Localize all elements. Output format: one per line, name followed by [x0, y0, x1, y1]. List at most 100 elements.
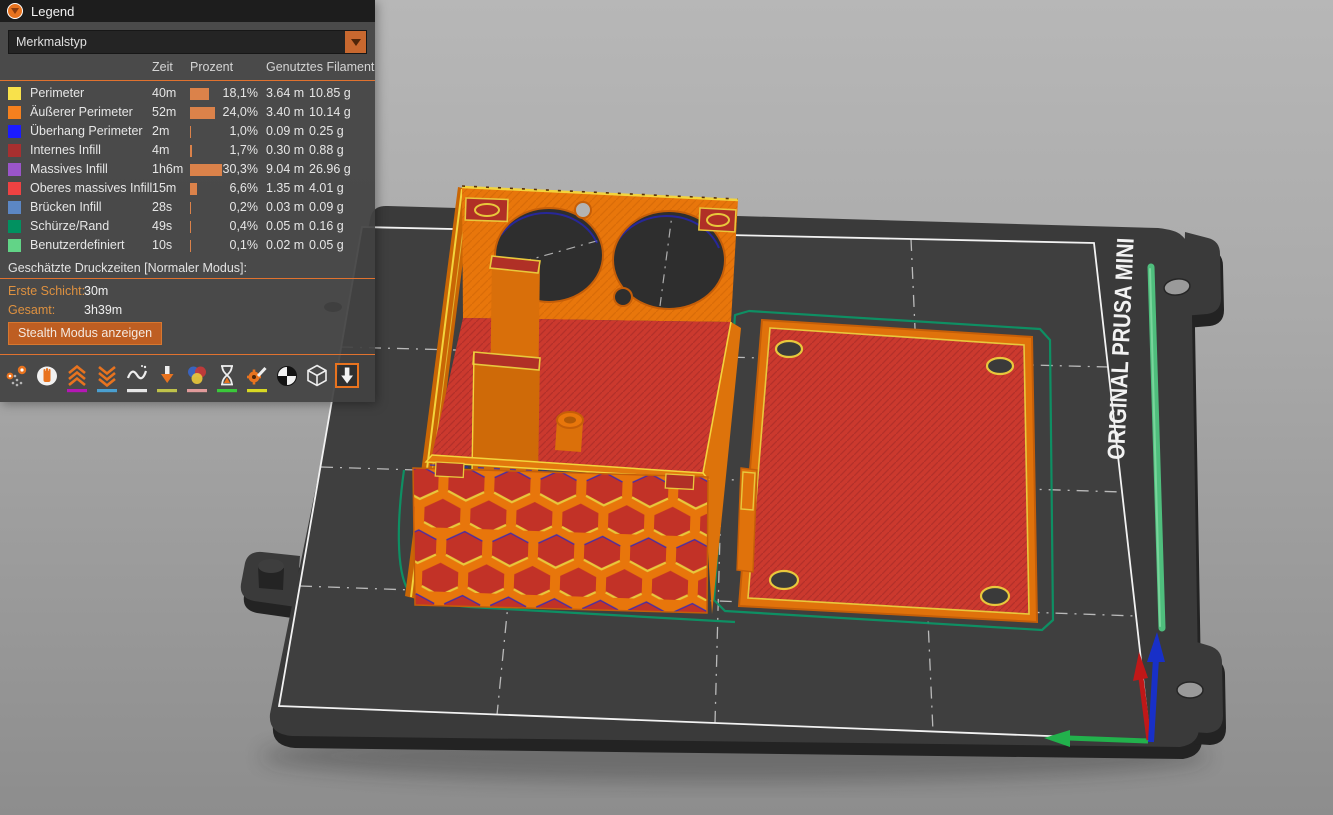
feature-color-swatch: [8, 125, 21, 138]
color-changes-icon[interactable]: [185, 363, 209, 393]
legend-row[interactable]: Massives Infill 1h6m 30,3% 9.04 m 26.96 g: [0, 160, 375, 179]
feature-label: Oberes massives Infill: [30, 181, 152, 195]
column-filament: Genutztes Filament: [266, 60, 374, 74]
tool-changes-icon[interactable]: [155, 363, 179, 393]
feature-length: 0.02 m: [266, 238, 304, 252]
feature-length: 0.30 m: [266, 143, 304, 157]
center-of-gravity-icon[interactable]: [275, 363, 299, 393]
feature-time: 52m: [152, 105, 176, 119]
feature-length: 3.40 m: [266, 105, 304, 119]
feature-color-swatch: [8, 144, 21, 157]
legend-table-rows: Perimeter 40m 18,1% 3.64 m 10.85 g Äußerer Pe…: [0, 84, 375, 255]
feature-weight: 10.14 g: [309, 105, 351, 119]
feature-percent: 1,7%: [196, 143, 258, 157]
feature-label: Äußerer Perimeter: [30, 105, 133, 119]
legend-toolbar: [0, 358, 375, 402]
seams-icon[interactable]: [125, 363, 149, 393]
feature-length: 9.04 m: [266, 162, 304, 176]
feature-percent: 30,3%: [196, 162, 258, 176]
percent-bar: [190, 126, 191, 138]
feature-percent: 0,2%: [196, 200, 258, 214]
feature-weight: 10.85 g: [309, 86, 351, 100]
view-type-value: Merkmalstyp: [9, 35, 87, 49]
bed-screw-hole-bottom-right: [1177, 682, 1203, 698]
percent-bar: [190, 240, 191, 252]
dropdown-arrow-icon[interactable]: [345, 31, 366, 53]
percent-bar: [190, 145, 192, 157]
legend-row[interactable]: Überhang Perimeter2m1,0%0.09 m0.25 g: [0, 122, 375, 141]
feature-time: 15m: [152, 181, 176, 195]
feature-percent: 24,0%: [196, 105, 258, 119]
stealth-mode-button[interactable]: Stealth Modus anzeigen: [8, 322, 162, 345]
feature-weight: 0.16 g: [309, 219, 344, 233]
feature-label: Massives Infill: [30, 162, 108, 176]
feature-length: 3.64 m: [266, 86, 304, 100]
feature-percent: 1,0%: [196, 124, 258, 138]
first-layer-row: Erste Schicht: 30m: [0, 282, 375, 301]
feature-weight: 0.25 g: [309, 124, 344, 138]
feature-length: 0.05 m: [266, 219, 304, 233]
feature-percent: 0,4%: [196, 219, 258, 233]
percent-bar: [190, 221, 191, 233]
wipe-icon[interactable]: [35, 363, 59, 393]
feature-time: 1h6m: [152, 162, 183, 176]
legend-row[interactable]: Oberes massives Infill15m 6,6% 1.35 m 4.01 …: [0, 179, 375, 198]
feature-weight: 4.01 g: [309, 181, 344, 195]
feature-label: Benutzerdefiniert: [30, 238, 125, 252]
travel-moves-icon[interactable]: [5, 363, 29, 393]
feature-label: Internes Infill: [30, 143, 101, 157]
collapse-arrow-icon[interactable]: [7, 3, 23, 19]
model-enclosure-box[interactable]: [405, 186, 741, 614]
first-layer-value: 30m: [84, 284, 108, 298]
legend-row[interactable]: Internes Infill 4m 1,7% 0.30 m 0.88 g: [0, 141, 375, 160]
feature-weight: 0.09 g: [309, 200, 344, 214]
feature-weight: 0.88 g: [309, 143, 344, 157]
retractions-icon[interactable]: [65, 363, 89, 393]
feature-time: 4m: [152, 143, 169, 157]
feature-percent: 0,1%: [196, 238, 258, 252]
feature-color-swatch: [8, 220, 21, 233]
feature-label: Überhang Perimeter: [30, 124, 143, 138]
feature-weight: 26.96 g: [309, 162, 351, 176]
feature-percent: 18,1%: [196, 86, 258, 100]
feature-weight: 0.05 g: [309, 238, 344, 252]
model-lid-plate[interactable]: [737, 320, 1037, 622]
feature-time: 49s: [152, 219, 172, 233]
feature-time: 40m: [152, 86, 176, 100]
bed-pin-left-tab: [258, 559, 284, 590]
separator: [0, 80, 375, 81]
legend-panel: Legend Merkmalstyp Zeit Prozent Genutzte…: [0, 0, 375, 402]
custom-gcodes-icon[interactable]: [245, 363, 269, 393]
first-layer-label: Erste Schicht:: [8, 284, 85, 298]
feature-color-swatch: [8, 239, 21, 252]
view-type-dropdown[interactable]: Merkmalstyp: [8, 30, 367, 54]
feature-length: 1.35 m: [266, 181, 304, 195]
legend-titlebar[interactable]: Legend: [0, 0, 375, 22]
legend-row[interactable]: Brücken Infill28s0,2%0.03 m0.09 g: [0, 198, 375, 217]
shells-icon[interactable]: [305, 363, 329, 393]
legend-table-header: Zeit Prozent Genutztes Filament: [0, 60, 375, 77]
legend-row[interactable]: Schürze/Rand 49s 0,4% 0.05 m 0.16 g: [0, 217, 375, 236]
feature-color-swatch: [8, 106, 21, 119]
feature-length: 0.09 m: [266, 124, 304, 138]
feature-color-swatch: [8, 182, 21, 195]
feature-label: Brücken Infill: [30, 200, 102, 214]
legend-row[interactable]: Äußerer Perimeter 52m 24,0% 3.40 m 10.14 g: [0, 103, 375, 122]
feature-color-swatch: [8, 87, 21, 100]
total-time-label: Gesamt:: [8, 303, 55, 317]
feature-color-swatch: [8, 163, 21, 176]
legend-title: Legend: [31, 4, 74, 19]
feature-label: Schürze/Rand: [30, 219, 109, 233]
estimates-heading: Geschätzte Druckzeiten [Normaler Modus]:: [8, 261, 367, 275]
feature-percent: 6,6%: [196, 181, 258, 195]
tool-marker-icon[interactable]: [335, 363, 359, 393]
deretractions-icon[interactable]: [95, 363, 119, 393]
column-percent: Prozent: [190, 60, 233, 74]
feature-label: Perimeter: [30, 86, 84, 100]
percent-bar: [190, 202, 191, 214]
feature-length: 0.03 m: [266, 200, 304, 214]
pause-prints-icon[interactable]: [215, 363, 239, 393]
legend-row[interactable]: Benutzerdefiniert10s0,1%0.02 m0.05 g: [0, 236, 375, 255]
legend-row[interactable]: Perimeter 40m 18,1% 3.64 m 10.85 g: [0, 84, 375, 103]
feature-color-swatch: [8, 201, 21, 214]
